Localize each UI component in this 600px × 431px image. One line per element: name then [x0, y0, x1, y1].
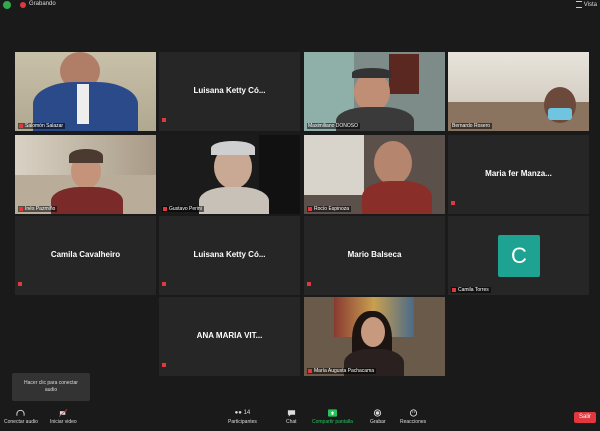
leave-button[interactable]: Salir — [574, 412, 596, 423]
start-video-button[interactable]: Iniciar video — [50, 409, 77, 425]
participant-video — [304, 297, 445, 376]
view-icon — [575, 1, 582, 8]
mic-muted-icon — [18, 281, 22, 286]
view-button[interactable]: Vista — [575, 1, 597, 9]
mic-muted-icon — [452, 287, 456, 292]
participant-video — [15, 135, 156, 214]
share-screen-label: Compartir pantalla — [312, 419, 353, 425]
record-button[interactable]: Grabar — [370, 409, 386, 425]
participant-name: Rocío Espinoza — [307, 206, 352, 212]
headphones-icon — [16, 409, 26, 416]
mic-muted-icon — [162, 362, 166, 367]
tooltip-line2: audio — [44, 387, 58, 393]
chat-button[interactable]: Chat — [286, 409, 297, 425]
participant-tile[interactable]: María Augusta Pachacama — [304, 297, 445, 376]
mic-muted-icon — [308, 368, 312, 373]
participant-tile[interactable]: Rocío Espinoza — [304, 135, 445, 214]
participant-name: Luisana Ketty Có... — [193, 250, 266, 259]
mic-muted-icon — [162, 117, 166, 122]
participant-tile[interactable]: Inés Pazmiño — [15, 135, 156, 214]
shield-icon[interactable] — [3, 1, 11, 9]
participants-button[interactable]: ●● 14 Participantes — [228, 409, 257, 425]
share-screen-icon — [327, 409, 337, 417]
tooltip-line1: Hacer clic para conectar — [24, 380, 78, 386]
participant-tile[interactable]: Salomón Salazar — [15, 52, 156, 131]
participant-name: ANA MARIA VIT... — [196, 331, 263, 340]
participant-tile[interactable]: Camila Cavalheiro — [15, 216, 156, 295]
avatar: C — [498, 235, 540, 277]
recording-icon — [20, 2, 26, 8]
meeting-toolbar: Conectar audio Iniciar video ●● 14 Parti… — [0, 403, 600, 431]
participant-tile[interactable]: Luisana Ketty Có... — [159, 216, 300, 295]
participant-tile[interactable]: Mario Balseca — [304, 216, 445, 295]
participants-label: Participantes — [228, 419, 257, 425]
participant-name: Gustavo Perini — [162, 206, 204, 212]
participant-name: Camila Cavalheiro — [50, 250, 121, 259]
mic-muted-icon — [451, 200, 455, 205]
participant-name: Camila Torres — [451, 287, 491, 293]
mic-muted-icon — [308, 206, 312, 211]
participant-name: Mario Balseca — [347, 250, 402, 259]
participant-name: Inés Pazmiño — [18, 206, 58, 212]
record-icon — [374, 409, 382, 417]
mic-muted-icon — [162, 281, 166, 286]
mic-muted-icon — [307, 281, 311, 286]
connect-audio-label: Conectar audio — [4, 419, 38, 425]
start-video-label: Iniciar video — [50, 419, 77, 425]
share-screen-button[interactable]: Compartir pantalla — [312, 409, 353, 425]
participant-tile[interactable]: ANA MARIA VIT... — [159, 297, 300, 376]
participant-video — [159, 135, 300, 214]
reactions-button[interactable]: Reacciones — [400, 409, 426, 425]
participant-tile[interactable]: Maximiliano DONOSO — [304, 52, 445, 131]
mic-muted-icon — [163, 206, 167, 211]
participant-video — [15, 52, 156, 131]
chat-label: Chat — [286, 419, 297, 425]
participant-tile-active-speaker[interactable]: Bernardo Rosero — [448, 52, 589, 131]
participant-name: María Augusta Pachacama — [307, 368, 377, 374]
chat-icon — [287, 410, 295, 417]
record-label: Grabar — [370, 419, 386, 425]
participant-tile[interactable]: Gustavo Perini — [159, 135, 300, 214]
participant-name: Luisana Ketty Có... — [193, 86, 266, 95]
participants-count: 14 — [243, 410, 251, 416]
top-bar: Grabando Vista — [0, 0, 600, 11]
mic-muted-icon — [19, 206, 23, 211]
connect-audio-button[interactable]: Conectar audio — [4, 409, 38, 425]
participant-name: Salomón Salazar — [18, 123, 66, 129]
video-off-icon — [58, 409, 68, 417]
reactions-icon — [409, 409, 417, 417]
participants-icon: ●● — [234, 410, 242, 416]
participant-name: Maximiliano DONOSO — [307, 123, 361, 129]
connect-audio-tooltip: Hacer clic para conectar audio — [12, 373, 90, 401]
participant-tile[interactable]: C Camila Torres — [448, 216, 589, 295]
participant-name: Maria fer Manza... — [485, 169, 552, 178]
participant-name: Bernardo Rosero — [451, 123, 493, 129]
recording-label: Grabando — [29, 1, 56, 7]
participant-video — [304, 52, 445, 131]
participant-video — [304, 135, 445, 214]
reactions-label: Reacciones — [400, 419, 427, 425]
view-label: Vista — [583, 2, 597, 9]
mic-muted-icon — [19, 123, 23, 128]
participant-video — [448, 52, 589, 131]
participant-tile[interactable]: Luisana Ketty Có... — [159, 52, 300, 131]
participant-tile[interactable]: Maria fer Manza... — [448, 135, 589, 214]
